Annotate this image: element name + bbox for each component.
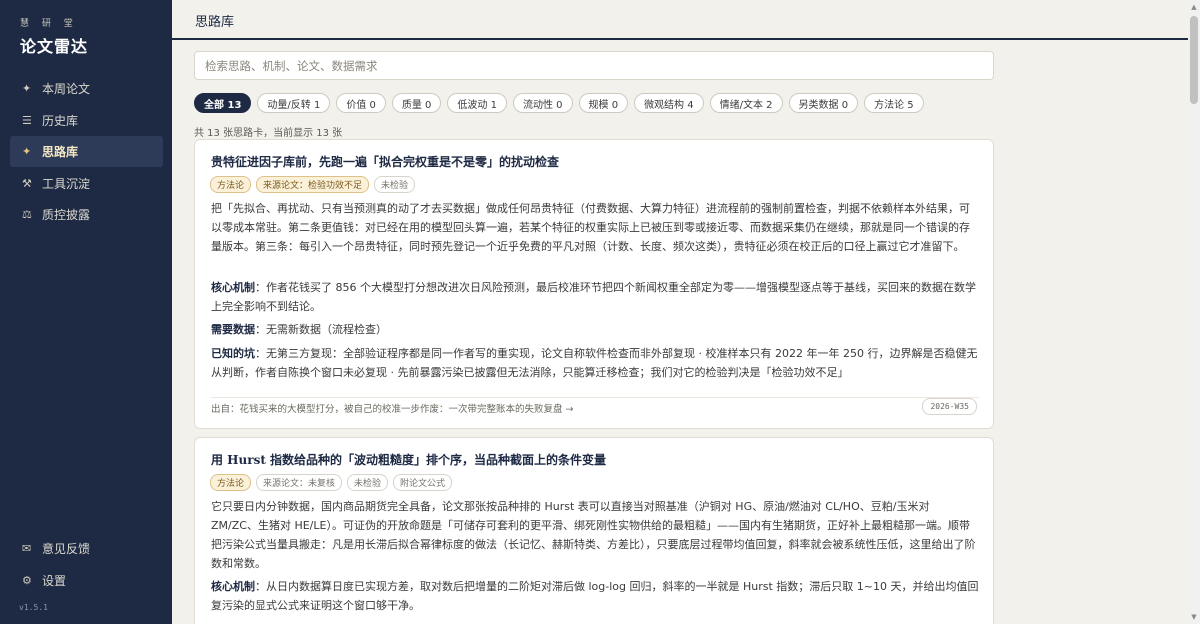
page-scrollbar[interactable]: ▲ ▼ xyxy=(1188,0,1200,624)
sidebar-item-label: 思路库 xyxy=(42,145,79,159)
mechanism-text: ：作者花钱买了 856 个大模型打分想改进次日风险预测，最后校准环节把四个新闻权… xyxy=(211,281,976,313)
scale-icon: ⚖ xyxy=(22,208,32,221)
week-badge: 2026-W35 xyxy=(922,398,977,415)
top-bar: 思路库 xyxy=(172,0,1188,40)
sidebar-item-label: 历史库 xyxy=(42,113,79,128)
sidebar-item-label: 设置 xyxy=(42,573,67,588)
sidebar-item-feedback[interactable]: ✉ 意见反馈 xyxy=(10,533,163,564)
data-needs-label: 需要数据 xyxy=(211,323,255,336)
filter-chip-size[interactable]: 规模 0 xyxy=(578,93,629,113)
idea-card[interactable]: 贵特征进因子库前，先跑一遍「拟合完权重是不是零」的扰动检查 方法论 来源论文：检… xyxy=(194,139,994,429)
filter-chip-microstructure[interactable]: 微观结构 4 xyxy=(634,93,704,113)
brand-subtitle: 慧 研 堂 xyxy=(20,19,78,29)
result-count: 共 13 张思路卡，当前显示 13 张 xyxy=(194,128,343,139)
sparkle-icon: ✦ xyxy=(22,145,32,158)
filter-chip-alt-data[interactable]: 另类数据 0 xyxy=(788,93,859,113)
tag-category: 方法论 xyxy=(210,474,252,491)
card-title[interactable]: 用 Hurst 指数给品种的「波动粗糙度」排个序，当品种截面上的条件变量 xyxy=(211,451,606,468)
tag-status: 未检验 xyxy=(347,474,389,491)
card-tags: 方法论 来源论文：未复核 未检验 附论文公式 xyxy=(210,474,453,491)
tag-source: 来源论文：检验功效不足 xyxy=(256,176,370,193)
sidebar-item-qc[interactable]: ⚖ 质控披露 xyxy=(10,199,163,230)
list-icon: ☰ xyxy=(22,113,32,127)
card-body: 把「先拟合、再扰动、只有当预测真的动了才去买数据」做成任何昂贵特征（付费数据、大… xyxy=(211,202,970,253)
sidebar-item-label: 本周论文 xyxy=(42,82,91,96)
filter-chips: 全部 13 动量/反转 1 价值 0 质量 0 低波动 1 流动性 0 规模 0… xyxy=(194,93,924,113)
filter-chip-methodology[interactable]: 方法论 5 xyxy=(864,93,924,113)
tag-category: 方法论 xyxy=(210,176,252,193)
tag-status: 未检验 xyxy=(374,176,416,193)
card-body: 它只要日内分钟数据，国内商品期货完全具备，论文那张按品种排的 Hurst 表可以… xyxy=(211,500,976,570)
pitfalls-label: 已知的坑 xyxy=(211,347,255,360)
sidebar-item-label: 工具沉淀 xyxy=(42,176,91,191)
sidebar-item-tools[interactable]: ⚒ 工具沉淀 xyxy=(10,168,163,199)
mechanism-label: 核心机制 xyxy=(211,281,255,294)
idea-card[interactable]: 用 Hurst 指数给品种的「波动粗糙度」排个序，当品种截面上的条件变量 方法论… xyxy=(194,437,994,624)
mechanism-label: 核心机制 xyxy=(211,580,255,593)
version-label: v1.5.1 xyxy=(19,603,48,612)
scrollbar-thumb[interactable] xyxy=(1190,16,1198,104)
sidebar-item-settings[interactable]: ⚙ 设置 xyxy=(10,565,163,596)
filter-chip-sentiment[interactable]: 情绪/文本 2 xyxy=(709,93,783,113)
mechanism-text: ：从日内数据算日度已实现方差，取对数后把增量的二阶矩对滞后做 log-log 回… xyxy=(211,580,979,612)
filter-chip-liquidity[interactable]: 流动性 0 xyxy=(512,93,573,113)
filter-chip-all[interactable]: 全部 13 xyxy=(194,93,252,113)
page-title: 思路库 xyxy=(195,15,235,30)
mail-icon: ✉ xyxy=(22,542,32,555)
sidebar-item-weekly[interactable]: ✦ 本周论文 xyxy=(10,73,163,104)
filter-chip-quality[interactable]: 质量 0 xyxy=(391,93,442,113)
scroll-down-icon[interactable]: ▼ xyxy=(1190,613,1198,621)
card-tags: 方法论 来源论文：检验功效不足 未检验 xyxy=(210,176,416,193)
filter-chip-momentum[interactable]: 动量/反转 1 xyxy=(257,93,331,113)
sidebar-nav: ✦ 本周论文 ☰ 历史库 ✦ 思路库 ⚒ 工具沉淀 ⚖ 质控披露 xyxy=(10,73,163,231)
tools-icon: ⚒ xyxy=(22,176,32,190)
sidebar-item-ideas[interactable]: ✦ 思路库 xyxy=(10,136,163,167)
pitfalls-text: ：无第三方复现：全部验证程序都是同一作者写的重实现，论文自称软件检查而非外部复现… xyxy=(211,347,978,379)
gear-icon: ⚙ xyxy=(22,573,32,587)
tag-source: 来源论文：未复核 xyxy=(256,474,343,491)
card-data-needs: 需要数据：无需新数据（流程检查） xyxy=(211,320,979,339)
brand-title: 论文雷达 xyxy=(20,37,89,56)
main-content: 思路库 全部 13 动量/反转 1 价值 0 质量 0 低波动 1 流动性 0 … xyxy=(172,0,1188,624)
filter-chip-low-vol[interactable]: 低波动 1 xyxy=(447,93,507,113)
data-needs-text: ：无需新数据（流程检查） xyxy=(255,323,387,336)
card-title[interactable]: 贵特征进因子库前，先跑一遍「拟合完权重是不是零」的扰动检查 xyxy=(211,153,559,170)
sidebar-item-label: 质控披露 xyxy=(42,208,91,222)
tag-formula: 附论文公式 xyxy=(393,474,453,491)
card-mechanism: 核心机制：从日内数据算日度已实现方差，取对数后把增量的二阶矩对滞后做 log-l… xyxy=(211,577,979,615)
card-divider xyxy=(211,397,979,398)
sidebar-item-history[interactable]: ☰ 历史库 xyxy=(10,105,163,136)
card-origin-link[interactable]: 出自：花钱买来的大模型打分，被自己的校准一步作废：一次带完整账本的失败复盘 → xyxy=(211,401,573,415)
sidebar-item-label: 意见反馈 xyxy=(42,542,91,556)
card-pitfalls: 已知的坑：无第三方复现：全部验证程序都是同一作者写的重实现，论文自称软件检查而非… xyxy=(211,344,979,382)
sidebar-bottom-nav: ✉ 意见反馈 ⚙ 设置 xyxy=(10,533,163,596)
card-mechanism: 核心机制：作者花钱买了 856 个大模型打分想改进次日风险预测，最后校准环节把四… xyxy=(211,278,979,316)
sidebar: 慧 研 堂 论文雷达 ✦ 本周论文 ☰ 历史库 ✦ 思路库 ⚒ 工具沉淀 ⚖ 质… xyxy=(0,0,172,624)
filter-chip-value[interactable]: 价值 0 xyxy=(336,93,386,113)
search-input[interactable] xyxy=(194,51,994,80)
sparkle-icon: ✦ xyxy=(22,82,32,95)
scroll-up-icon[interactable]: ▲ xyxy=(1190,3,1198,11)
